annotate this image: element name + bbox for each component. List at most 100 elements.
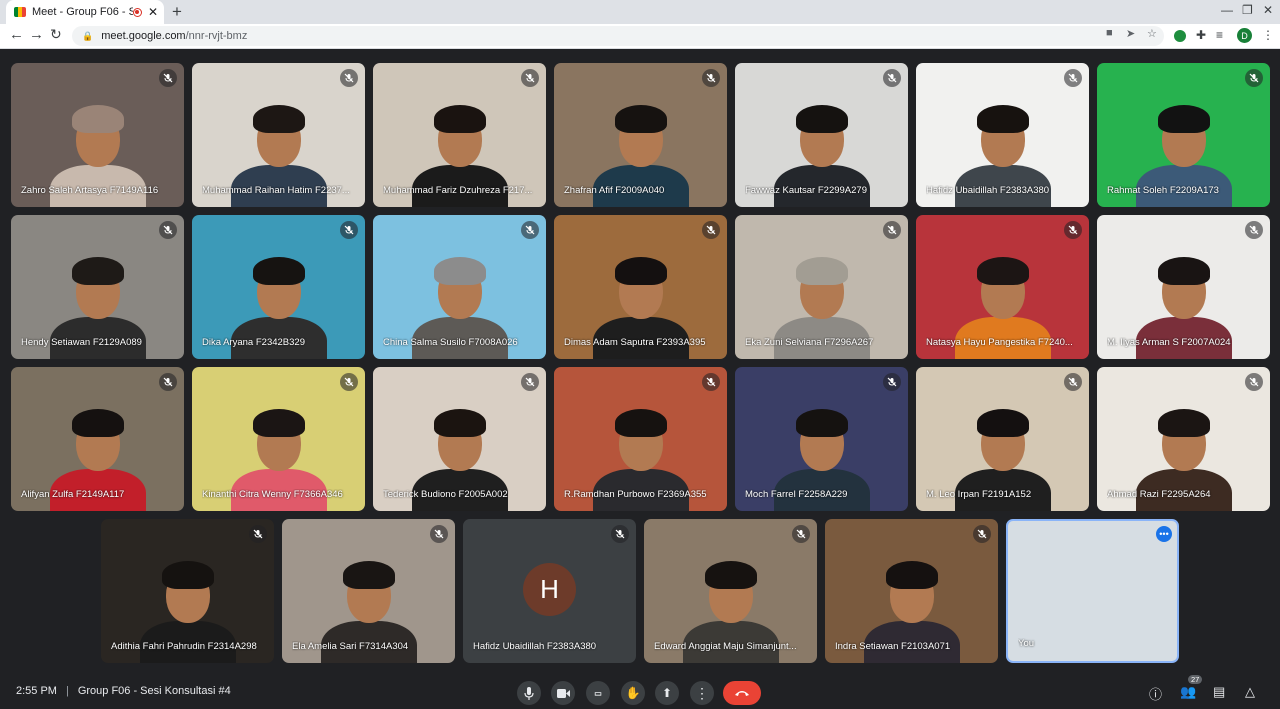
mic-muted-icon: [1064, 221, 1082, 239]
browser-tab[interactable]: Meet - Group F06 - Ses ✕: [6, 0, 164, 24]
participant-name: Zahro Saleh Artasya F7149A116: [21, 185, 159, 196]
participant-name: Indra Setiawan F2103A071: [835, 641, 951, 652]
person-hair: [795, 105, 848, 133]
participant-tile[interactable]: Adithia Fahri Pahrudin F2314A298: [101, 519, 274, 663]
participant-name: M. Leo Irpan F2191A152: [926, 489, 1032, 500]
extension-icon[interactable]: [1174, 30, 1186, 42]
participant-name: M. Ilyas Arman S F2007A024: [1107, 337, 1231, 348]
hang-up-icon: [735, 691, 749, 696]
participant-tile[interactable]: Hendy Setiawan F2129A089: [11, 215, 184, 359]
captions-icon: ▭: [594, 688, 602, 698]
participant-tile[interactable]: Moch Farrel F2258A229: [735, 367, 908, 511]
media-queue-icon[interactable]: ≡: [1216, 28, 1223, 42]
person-hair: [161, 561, 214, 589]
participant-tile[interactable]: Fawwaz Kautsar F2299A279: [735, 63, 908, 207]
participant-tile[interactable]: R.Ramdhan Purbowo F2369A355: [554, 367, 727, 511]
hand-icon: ✋: [625, 686, 641, 700]
mic-muted-icon: [702, 69, 720, 87]
participant-name: Kinanthi Citra Wenny F7366A346: [202, 489, 343, 500]
captions-button[interactable]: ▭: [586, 681, 610, 705]
participant-tile[interactable]: Edward Anggiat Maju Simanjunt...: [644, 519, 817, 663]
extensions-puzzle-icon[interactable]: ✚: [1196, 28, 1206, 42]
participant-name: Alifyan Zulfa F2149A117: [21, 489, 125, 500]
mic-muted-icon: [702, 221, 720, 239]
send-icon[interactable]: ➤: [1126, 27, 1135, 40]
present-button[interactable]: ⬆: [655, 681, 679, 705]
person-hair: [342, 561, 395, 589]
participant-name: Natasya Hayu Pangestika F7240...: [926, 337, 1073, 348]
mic-muted-icon: [883, 221, 901, 239]
person-hair: [885, 561, 938, 589]
participant-tile[interactable]: H Hafidz Ubaidillah F2383A380: [463, 519, 636, 663]
participant-tile[interactable]: Natasya Hayu Pangestika F7240...: [916, 215, 1089, 359]
participant-tile[interactable]: Hafidz Ubaidillah F2383A380: [916, 63, 1089, 207]
person-hair: [976, 257, 1029, 285]
participant-tile[interactable]: Muhammad Fariz Dzuhreza F217...: [373, 63, 546, 207]
participant-name: Hafidz Ubaidillah F2383A380: [926, 185, 1050, 196]
participant-name: Moch Farrel F2258A229: [745, 489, 848, 500]
participant-tile[interactable]: Ahmad Razi F2295A264: [1097, 367, 1270, 511]
forward-icon[interactable]: →: [29, 26, 44, 43]
participant-name: Eka Zuni Selviana F7296A267: [745, 337, 874, 348]
more-options-button[interactable]: ⋮: [690, 681, 714, 705]
mic-muted-icon: [249, 525, 267, 543]
person-hair: [614, 409, 667, 437]
participant-name: Fawwaz Kautsar F2299A279: [745, 185, 867, 196]
close-window-icon[interactable]: ✕: [1263, 3, 1273, 17]
microphone-button[interactable]: [517, 681, 541, 705]
new-tab-button[interactable]: +: [172, 2, 182, 22]
recording-icon: [132, 7, 142, 17]
participant-tile[interactable]: Indra Setiawan F2103A071: [825, 519, 998, 663]
participant-tile[interactable]: China Salma Susilo F7008A026: [373, 215, 546, 359]
leave-call-button[interactable]: [723, 681, 761, 705]
mic-muted-icon: [340, 69, 358, 87]
browser-tab-bar: Meet - Group F06 - Ses ✕ + — ❐ ✕: [0, 0, 1280, 24]
camera-in-use-icon[interactable]: ■: [1106, 27, 1113, 39]
people-icon[interactable]: 👥: [1180, 684, 1196, 700]
close-tab-icon[interactable]: ✕: [148, 5, 158, 19]
person-hair: [71, 257, 124, 285]
participant-name: Muhammad Fariz Dzuhreza F217...: [383, 185, 533, 196]
activities-icon[interactable]: △: [1245, 684, 1255, 700]
mic-muted-icon: [159, 373, 177, 391]
minimize-icon[interactable]: —: [1221, 3, 1233, 17]
self-video-tile[interactable]: ••• You: [1006, 519, 1179, 663]
person-hair: [433, 409, 486, 437]
participant-tile[interactable]: Ela Amelia Sari F7314A304: [282, 519, 455, 663]
participant-tile[interactable]: Dimas Adam Saputra F2393A395: [554, 215, 727, 359]
reload-icon[interactable]: ↻: [50, 26, 62, 43]
participant-tile[interactable]: Eka Zuni Selviana F7296A267: [735, 215, 908, 359]
participant-tile[interactable]: Rahmat Soleh F2209A173: [1097, 63, 1270, 207]
restore-icon[interactable]: ❐: [1242, 3, 1253, 17]
back-icon[interactable]: ←: [9, 26, 24, 43]
participant-tile[interactable]: Alifyan Zulfa F2149A117: [11, 367, 184, 511]
mic-muted-icon: [521, 221, 539, 239]
participant-name: Dika Aryana F2342B329: [202, 337, 305, 348]
raise-hand-button[interactable]: ✋: [621, 681, 645, 705]
chat-icon[interactable]: ▤: [1213, 684, 1225, 700]
participant-tile[interactable]: M. Ilyas Arman S F2007A024: [1097, 215, 1270, 359]
meeting-details-icon[interactable]: ⓘ: [1149, 684, 1162, 703]
participant-tile[interactable]: Kinanthi Citra Wenny F7366A346: [192, 367, 365, 511]
participant-tile[interactable]: Dika Aryana F2342B329: [192, 215, 365, 359]
participant-tile[interactable]: Zahro Saleh Artasya F7149A116: [11, 63, 184, 207]
mic-muted-icon: [159, 69, 177, 87]
participant-name: Ela Amelia Sari F7314A304: [292, 641, 409, 652]
profile-avatar[interactable]: D: [1237, 28, 1252, 43]
participant-name: Hendy Setiawan F2129A089: [21, 337, 142, 348]
participant-name: R.Ramdhan Purbowo F2369A355: [564, 489, 707, 500]
mic-muted-icon: [973, 525, 991, 543]
chrome-menu-icon[interactable]: ⋮: [1262, 28, 1274, 42]
address-bar[interactable]: 🔒 meet.google.com /nnr-rvjt-bmz: [72, 26, 1164, 46]
mic-muted-icon: [1064, 69, 1082, 87]
more-options-icon[interactable]: •••: [1156, 526, 1172, 542]
camera-button[interactable]: [551, 681, 575, 705]
participant-tile[interactable]: Tederick Budiono F2005A002: [373, 367, 546, 511]
participant-tile[interactable]: Muhammad Raihan Hatim F2237...: [192, 63, 365, 207]
person-hair: [795, 409, 848, 437]
participant-name: Dimas Adam Saputra F2393A395: [564, 337, 706, 348]
participant-tile[interactable]: M. Leo Irpan F2191A152: [916, 367, 1089, 511]
bookmark-star-icon[interactable]: ☆: [1147, 27, 1157, 40]
participant-tile[interactable]: Zhafran Afif F2009A040: [554, 63, 727, 207]
participant-avatar: H: [523, 563, 576, 616]
